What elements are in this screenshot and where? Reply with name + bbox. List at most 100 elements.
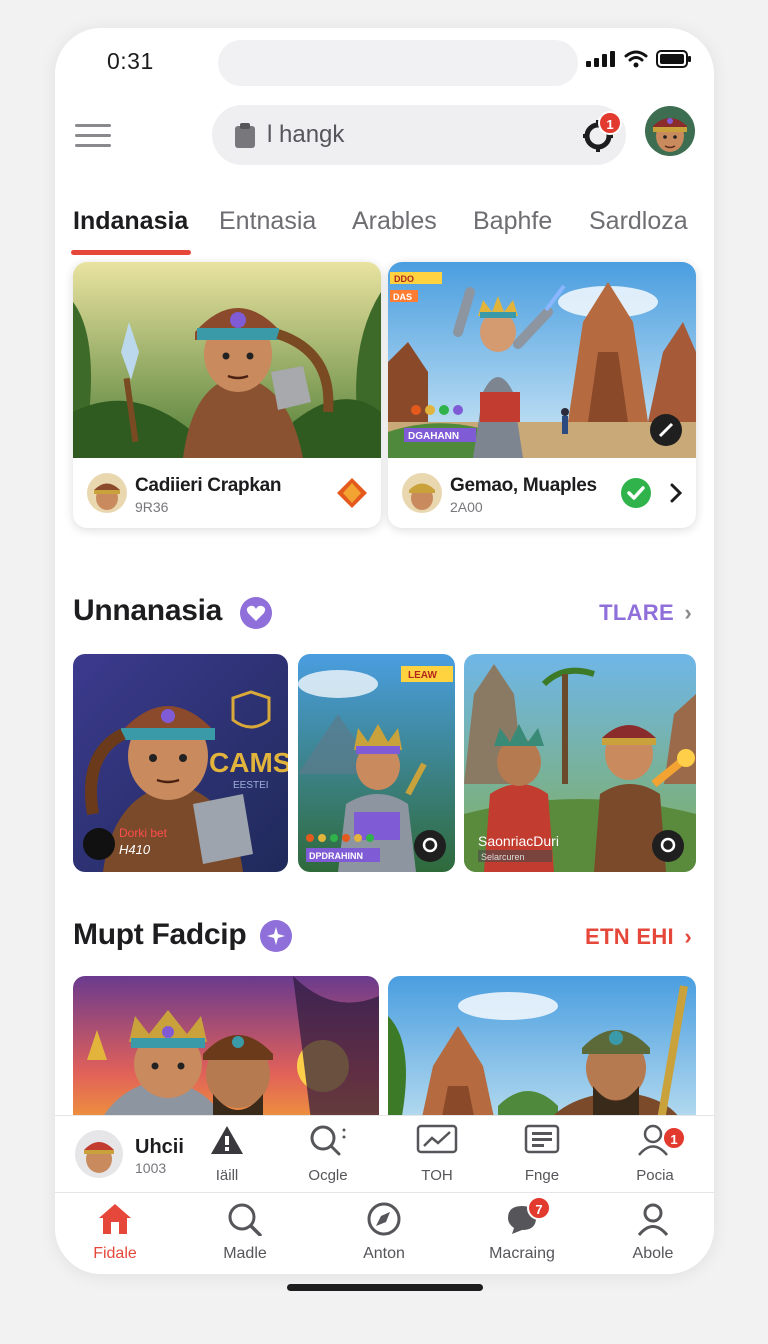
- compass-icon: [367, 1202, 401, 1236]
- card-footer: Cadiieri Crapkan 9R36: [73, 458, 381, 528]
- game-tile[interactable]: LEAW DPDRAHINN: [298, 654, 455, 872]
- card-footer: Gemao, Muaples 2A00: [388, 458, 696, 528]
- tile-caption: DPDRAHINN: [309, 851, 363, 861]
- game-tile[interactable]: SaonriacDuri Selarcuren: [464, 654, 696, 872]
- hero-portrait: [645, 106, 695, 156]
- creator-avatar: [402, 473, 442, 513]
- game-tile[interactable]: [388, 976, 696, 1136]
- nav-label: Fidale: [93, 1245, 137, 1262]
- status-time: 0:31: [107, 48, 154, 74]
- tile-overlay-title: CAMS: [209, 747, 288, 778]
- diamond-gem-icon: [337, 478, 367, 508]
- game-tile[interactable]: CAMS EESTEI Dorki bet H410: [73, 654, 288, 872]
- section-see-all-link[interactable]: ETN EHI ›: [585, 924, 692, 950]
- tile-caption: Dorki bet: [119, 826, 168, 840]
- player-chip[interactable]: Uhcii 1003: [75, 1130, 195, 1182]
- chevron-right-icon: ›: [684, 924, 692, 949]
- notifications-button[interactable]: 1: [580, 111, 622, 153]
- profile-avatar[interactable]: [645, 106, 695, 156]
- featured-card[interactable]: Cadiieri Crapkan 9R36: [73, 262, 381, 528]
- nav-explore[interactable]: Anton: [329, 1202, 439, 1263]
- heart-icon: [246, 605, 266, 621]
- tile-avatar: [83, 828, 115, 860]
- chart-screen-icon: [416, 1124, 458, 1154]
- chevron-right-icon: ›: [684, 600, 692, 625]
- nav-profile[interactable]: Abole: [598, 1202, 708, 1263]
- section-see-all-link[interactable]: TLARE ›: [599, 600, 692, 626]
- tab-indanasia[interactable]: Indanasia: [73, 207, 188, 236]
- notification-badge: 1: [598, 111, 622, 135]
- verified-check-icon: [621, 478, 651, 508]
- status-icons: [586, 50, 692, 68]
- nav-search[interactable]: Madle: [190, 1202, 300, 1263]
- battery-icon: [656, 50, 691, 68]
- hud-label: DAS: [393, 292, 412, 302]
- card-subtitle: 9R36: [135, 499, 169, 515]
- featured-card[interactable]: DDO DAS DGAHANN Gemao, Muaples 2A00: [388, 262, 696, 528]
- search-input[interactable]: l hangk: [267, 121, 344, 149]
- sparkle-badge-icon: [260, 920, 292, 952]
- wifi-icon: [624, 50, 648, 68]
- quick-action-alert[interactable]: Iäill: [187, 1124, 267, 1184]
- warning-triangle-icon: [211, 1126, 243, 1154]
- quick-action-label: TOH: [421, 1167, 453, 1184]
- quick-action-label: Ocgle: [308, 1167, 348, 1184]
- card-subtitle: 2A00: [450, 499, 483, 515]
- tab-arables[interactable]: Arables: [352, 207, 437, 236]
- section-link-label: ETN EHI: [585, 924, 674, 949]
- heart-badge-icon: [240, 597, 272, 629]
- tile-caption-sub: Selarcuren: [481, 852, 525, 862]
- section-title: Mupt Fadcip: [73, 918, 247, 951]
- quick-action-label: Iäill: [215, 1167, 239, 1184]
- search-icon: [310, 1125, 346, 1156]
- player-avatar: [75, 1130, 123, 1178]
- category-tabs: Indanasia Entnasia Arables Baphfe Sardlo…: [55, 203, 714, 259]
- quick-action-search[interactable]: Ocgle: [288, 1124, 368, 1184]
- search-bar[interactable]: l hangk 1: [212, 105, 626, 165]
- card-title: Cadiieri Crapkan: [135, 475, 282, 496]
- menu-line: [75, 134, 111, 137]
- nav-label: Macraing: [489, 1245, 555, 1262]
- active-tab-indicator: [71, 250, 191, 255]
- social-badge: 1: [662, 1126, 686, 1150]
- tab-baphfe[interactable]: Baphfe: [473, 207, 552, 236]
- messages-badge: 7: [527, 1196, 551, 1220]
- section-link-label: TLARE: [599, 600, 674, 625]
- quick-action-social[interactable]: 1 Pocia: [615, 1124, 695, 1184]
- card-title: Gemao, Muaples: [450, 475, 597, 496]
- phone-screen: 0:31 l hangk 1 Indanasia Entnasia Arable…: [55, 28, 714, 1274]
- home-icon: [99, 1204, 131, 1234]
- hud-label: DDO: [394, 274, 414, 284]
- tab-entnasia[interactable]: Entnasia: [219, 207, 316, 236]
- nav-home[interactable]: Fidale: [60, 1202, 170, 1263]
- tile-caption-sub: H410: [119, 842, 151, 857]
- tile-artwork: SaonriacDuri Selarcuren: [464, 654, 696, 872]
- document-icon: [524, 1124, 560, 1154]
- chevron-right-icon[interactable]: [668, 482, 684, 504]
- nav-label: Abole: [632, 1245, 674, 1262]
- quick-action-label: Pocia: [636, 1167, 674, 1184]
- section-title: Unnanasia: [73, 594, 223, 627]
- nav-messages[interactable]: 7 Macraing: [467, 1196, 577, 1263]
- nav-label: Anton: [363, 1245, 405, 1262]
- person-icon: [637, 1203, 669, 1236]
- sparkle-icon: [267, 927, 285, 945]
- tile-artwork: CAMS EESTEI Dorki bet H410: [73, 654, 288, 872]
- player-name: Uhcii: [135, 1136, 184, 1158]
- bottom-tab-bar: Fidale Madle Anton 7 Macraing Abole: [55, 1194, 714, 1274]
- game-tile[interactable]: [73, 976, 379, 1136]
- tab-sardloza[interactable]: Sardloza: [589, 207, 688, 236]
- nav-label: Madle: [223, 1245, 267, 1262]
- tile-artwork: [388, 976, 696, 1136]
- card-artwork: DDO DAS DGAHANN: [388, 262, 696, 458]
- tile-artwork: LEAW DPDRAHINN: [298, 654, 455, 872]
- quick-action-news[interactable]: Fnge: [502, 1124, 582, 1184]
- card-artwork: [73, 262, 381, 458]
- menu-button[interactable]: [75, 124, 111, 150]
- banner-label: DGAHANN: [408, 431, 459, 442]
- quick-action-stats[interactable]: TOH: [397, 1124, 477, 1184]
- signal-icon: [586, 51, 615, 67]
- play-badge: [652, 830, 684, 862]
- menu-line: [75, 144, 111, 147]
- home-indicator[interactable]: [287, 1284, 483, 1291]
